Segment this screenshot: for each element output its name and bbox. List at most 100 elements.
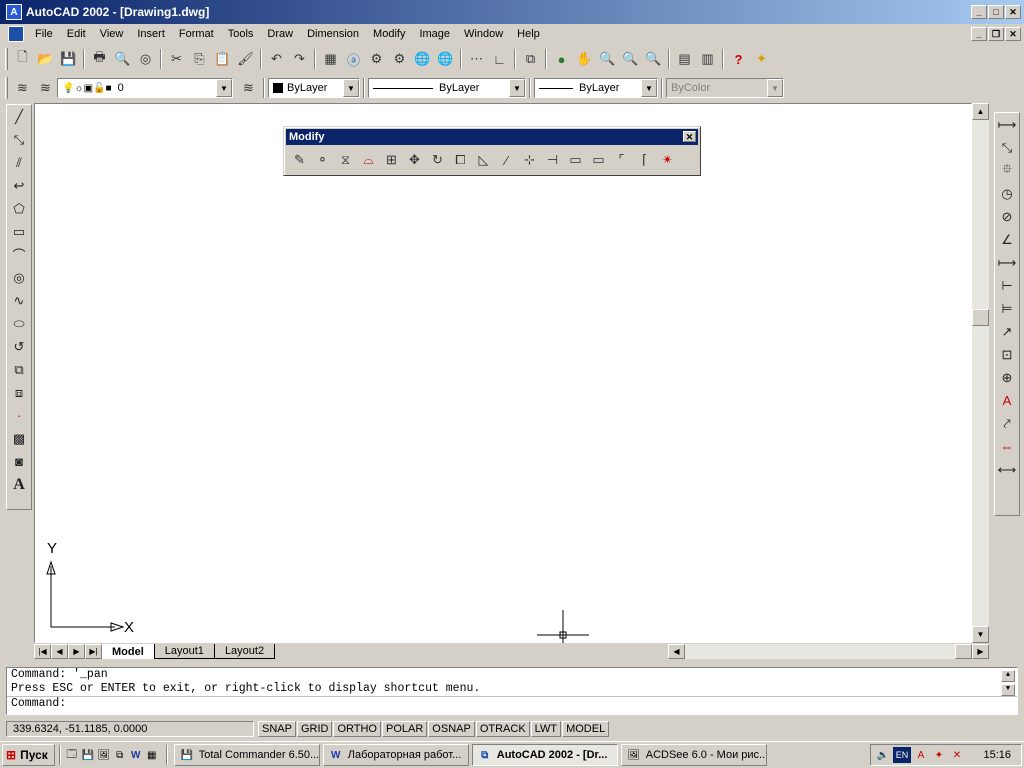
tab-layout2[interactable]: Layout2 bbox=[214, 644, 276, 659]
spelling-icon[interactable]: ◎ bbox=[134, 48, 157, 70]
hscroll-left-icon[interactable]: ◀ bbox=[668, 644, 685, 659]
minimize-button[interactable]: _ bbox=[971, 5, 987, 19]
menu-image[interactable]: Image bbox=[412, 25, 457, 43]
menu-window[interactable]: Window bbox=[457, 25, 510, 43]
grid-toggle[interactable]: GRID bbox=[296, 721, 333, 737]
scale-icon[interactable]: ⧠ bbox=[449, 149, 472, 171]
erase-icon[interactable]: ✎ bbox=[288, 149, 311, 171]
center-mark-icon[interactable]: ⊕ bbox=[995, 366, 1019, 389]
coordinate-readout[interactable]: 339.6324, -51.1185, 0.0000 bbox=[6, 721, 254, 737]
volume-icon[interactable]: 🔈 bbox=[875, 747, 891, 763]
browse-web-icon[interactable]: 🌐 bbox=[434, 48, 457, 70]
quick-leader-icon[interactable]: ↗ bbox=[995, 320, 1019, 343]
trim-icon[interactable]: ⊹ bbox=[518, 149, 541, 171]
adcenter-icon[interactable]: ▦ bbox=[319, 48, 342, 70]
rotate-icon[interactable]: ↻ bbox=[426, 149, 449, 171]
autocad-app-icon[interactable]: A bbox=[6, 4, 22, 20]
tab-layout1[interactable]: Layout1 bbox=[154, 644, 215, 659]
lwt-toggle[interactable]: LWT bbox=[530, 721, 562, 737]
multiline-text-icon[interactable]: A bbox=[7, 473, 31, 496]
command-scrollbar[interactable]: ▲ ▼ bbox=[1001, 670, 1015, 698]
osnap-toggle[interactable]: OSNAP bbox=[428, 721, 475, 737]
properties-icon[interactable]: ▤ bbox=[673, 48, 696, 70]
model-toggle[interactable]: MODEL bbox=[562, 721, 610, 737]
distance-icon[interactable]: ⋯ bbox=[465, 48, 488, 70]
quick-launch-save-icon[interactable]: 💾 bbox=[80, 747, 96, 763]
explode-icon[interactable]: ✴ bbox=[656, 149, 679, 171]
ortho-toggle[interactable]: ORTHO bbox=[333, 721, 381, 737]
array-icon[interactable]: ⊞ bbox=[380, 149, 403, 171]
break-icon[interactable]: ▭ bbox=[587, 149, 610, 171]
move-icon[interactable]: ✥ bbox=[403, 149, 426, 171]
meetnow-icon[interactable]: ⚙ bbox=[365, 48, 388, 70]
quick-launch-autocad-icon[interactable]: ⧉ bbox=[112, 747, 128, 763]
menu-dimension[interactable]: Dimension bbox=[300, 25, 366, 43]
extend-icon[interactable]: ⊣ bbox=[541, 149, 564, 171]
angular-dimension-icon[interactable]: ∠ bbox=[995, 228, 1019, 251]
aligned-dimension-icon[interactable]: ⤡ bbox=[995, 136, 1019, 159]
tolerance-icon[interactable]: ⊡ bbox=[995, 343, 1019, 366]
dimension-update-icon[interactable]: ⇔ bbox=[995, 435, 1019, 458]
zoom-realtime-icon[interactable]: 🔍 bbox=[596, 48, 619, 70]
toolbar-grip[interactable] bbox=[5, 48, 8, 70]
make-layer-current-icon[interactable]: ≋ bbox=[34, 77, 57, 99]
tab-prev-icon[interactable]: ◀ bbox=[51, 644, 68, 659]
doc-minimize-button[interactable]: _ bbox=[971, 27, 987, 41]
lineweight-dropdown-arrow-icon[interactable]: ▼ bbox=[641, 79, 657, 97]
language-indicator[interactable]: EN bbox=[893, 747, 911, 763]
task-word-document[interactable]: W Лабораторная работ... bbox=[322, 744, 469, 766]
arc-icon[interactable]: ⌒ bbox=[7, 243, 31, 266]
autocad-tray-icon[interactable]: A bbox=[913, 747, 929, 763]
new-icon[interactable]: 🗋 bbox=[11, 48, 34, 70]
maximize-button[interactable]: □ bbox=[988, 5, 1004, 19]
ordinate-dimension-icon[interactable]: ⯐ bbox=[995, 159, 1019, 182]
color-combo[interactable]: ByLayer ▼ bbox=[268, 78, 360, 98]
dimension-style-icon[interactable]: ⟷ bbox=[995, 458, 1019, 481]
doc-restore-button[interactable]: ❐ bbox=[988, 27, 1004, 41]
scroll-down-icon[interactable]: ▼ bbox=[972, 626, 989, 643]
clock[interactable]: 15:16 bbox=[983, 749, 1011, 761]
close-button[interactable]: ✕ bbox=[1005, 5, 1021, 19]
chamfer-icon[interactable]: ⌜ bbox=[610, 149, 633, 171]
polyline-icon[interactable]: ↩ bbox=[7, 174, 31, 197]
match-properties-icon[interactable]: 🖌 bbox=[234, 48, 257, 70]
quick-launch-acdsee-icon[interactable]: 🖼 bbox=[96, 747, 112, 763]
start-button[interactable]: ⊞ Пуск bbox=[2, 744, 55, 766]
tab-model[interactable]: Model bbox=[102, 644, 155, 659]
stretch-icon[interactable]: ◺ bbox=[472, 149, 495, 171]
tray-app-icon[interactable]: ✦ bbox=[931, 747, 947, 763]
command-window[interactable]: Command: '_pan Press ESC or ENTER to exi… bbox=[6, 667, 1018, 715]
hscroll-right-icon[interactable]: ▶ bbox=[972, 644, 989, 659]
quick-launch-word-icon[interactable]: W bbox=[128, 747, 144, 763]
snap-toggle[interactable]: SNAP bbox=[258, 721, 296, 737]
diameter-dimension-icon[interactable]: ⊘ bbox=[995, 205, 1019, 228]
quick-dimension-icon[interactable]: ⟼ bbox=[995, 251, 1019, 274]
named-views-icon[interactable]: ⧉ bbox=[519, 48, 542, 70]
active-assistance-icon[interactable]: ✦ bbox=[750, 48, 773, 70]
network-icon[interactable]: ✕ bbox=[949, 747, 965, 763]
lengthen-icon[interactable]: ⁄ bbox=[495, 149, 518, 171]
publish-web-icon[interactable]: ⚙ bbox=[388, 48, 411, 70]
polygon-icon[interactable]: ⬠ bbox=[7, 197, 31, 220]
command-prompt[interactable]: Command: bbox=[7, 696, 1017, 710]
cmd-scroll-down-icon[interactable]: ▼ bbox=[1001, 684, 1015, 696]
baseline-dimension-icon[interactable]: ⊢ bbox=[995, 274, 1019, 297]
polar-toggle[interactable]: POLAR bbox=[382, 721, 428, 737]
pan-realtime-icon[interactable]: ✋ bbox=[573, 48, 596, 70]
modify-toolbar-title[interactable]: Modify ✕ bbox=[286, 129, 698, 145]
undo-icon[interactable]: ↶ bbox=[265, 48, 288, 70]
line-icon[interactable]: ╱ bbox=[7, 105, 31, 128]
vertical-scroll-thumb[interactable] bbox=[972, 309, 989, 326]
task-acdsee[interactable]: 🖼 ACDSee 6.0 - Мои рис... bbox=[620, 744, 767, 766]
break-at-point-icon[interactable]: ▭ bbox=[564, 149, 587, 171]
menu-view[interactable]: View bbox=[93, 25, 131, 43]
menu-tools[interactable]: Tools bbox=[221, 25, 261, 43]
help-icon[interactable]: ? bbox=[727, 48, 750, 70]
menu-insert[interactable]: Insert bbox=[130, 25, 172, 43]
spline-icon[interactable]: ∿ bbox=[7, 289, 31, 312]
task-autocad[interactable]: ⧉ AutoCAD 2002 - [Dr... bbox=[471, 744, 618, 766]
point-icon[interactable]: · bbox=[7, 404, 31, 427]
cut-icon[interactable]: ✂ bbox=[165, 48, 188, 70]
insert-block-icon[interactable]: ⧉ bbox=[7, 358, 31, 381]
doc-close-button[interactable]: ✕ bbox=[1005, 27, 1021, 41]
